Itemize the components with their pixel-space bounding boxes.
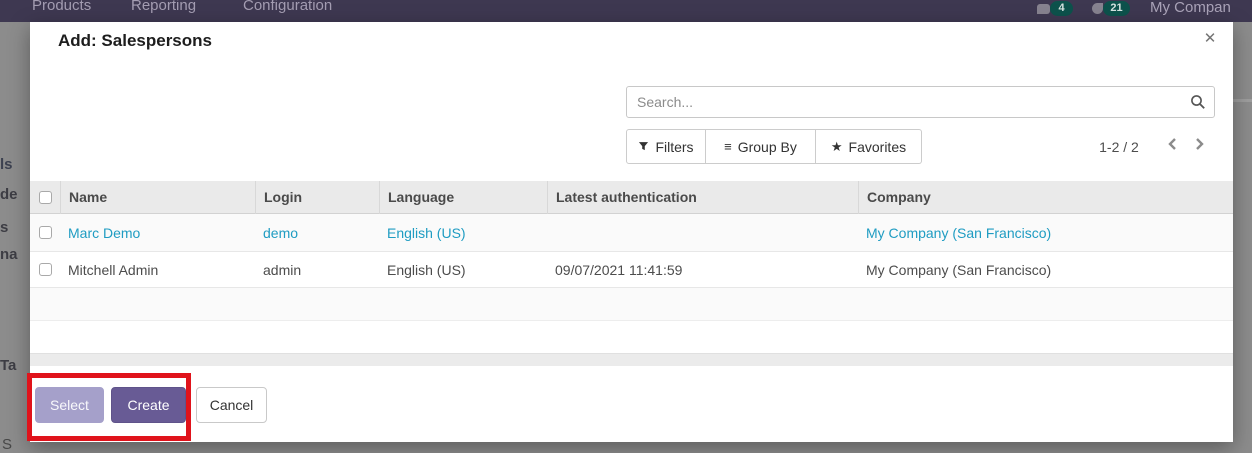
cell-language: English (US) (387, 224, 466, 241)
pager-range: 1-2 / 2 (1099, 138, 1139, 155)
pager-previous-button[interactable] (1162, 129, 1182, 164)
row-checkbox-cell (30, 226, 60, 239)
cell-name[interactable]: Marc Demo (60, 225, 255, 241)
row-checkbox[interactable] (38, 263, 52, 276)
search-icon[interactable] (1190, 94, 1206, 115)
close-icon[interactable]: ✕ (1199, 28, 1221, 50)
column-header-latest-authentication[interactable]: Latest authentication (547, 181, 858, 214)
activities-count-badge: 21 (1103, 1, 1130, 16)
star-icon: ★ (830, 138, 843, 154)
bg-text-fragment: na (0, 246, 18, 263)
row-checkbox[interactable] (38, 226, 52, 239)
create-button[interactable]: Create (111, 387, 186, 423)
cell-language: English (US) (387, 261, 466, 278)
search-input[interactable] (626, 86, 1215, 118)
company-menu-label: My Compan (1150, 0, 1231, 16)
top-navbar: Products Reporting Configuration 4 21 My… (0, 0, 1252, 22)
table-row[interactable]: Mitchell Admin admin English (US) 09/07/… (30, 251, 1233, 287)
table-header-row: Name Login Language Latest authenticatio… (30, 181, 1233, 214)
group-by-label: Group By (737, 138, 797, 155)
dialog-title: Add: Salespersons (58, 31, 212, 50)
column-header-language[interactable]: Language (379, 181, 547, 214)
empty-row (30, 287, 1233, 320)
cancel-button[interactable]: Cancel (196, 387, 267, 423)
cell-company: My Company (San Francisco) (866, 224, 1052, 241)
select-all-checkbox[interactable] (38, 191, 52, 204)
dialog-add-salespersons: Add: Salespersons ✕ Filters ≡ Grou (30, 22, 1233, 442)
empty-row (30, 320, 1233, 353)
chevron-left-icon (1167, 137, 1177, 156)
favorites-label: Favorites (848, 138, 907, 155)
nav-item-products: Products (32, 0, 92, 14)
cell-login: admin (263, 261, 302, 278)
filters-label: Filters (655, 138, 694, 155)
column-header-name[interactable]: Name (60, 181, 255, 214)
table-row[interactable]: Marc Demo demo English (US) My Company (… (30, 214, 1233, 251)
cell-name[interactable]: Mitchell Admin (60, 262, 255, 278)
cell-login: demo (263, 224, 299, 241)
search-box (626, 86, 1215, 118)
filters-button[interactable]: Filters (626, 129, 706, 164)
cell-latest-authentication: 09/07/2021 11:41:59 (555, 261, 683, 278)
bg-text-fragment: ls (0, 156, 13, 173)
group-by-button[interactable]: ≡ Group By (706, 129, 816, 164)
chevron-right-icon (1195, 137, 1205, 156)
column-header-company[interactable]: Company (858, 181, 1233, 214)
nav-item-configuration: Configuration (243, 0, 333, 14)
favorites-button[interactable]: ★ Favorites (816, 129, 922, 164)
header-checkbox-cell (30, 181, 60, 214)
select-button[interactable]: Select (35, 387, 104, 423)
page-backdrop: Products Reporting Configuration 4 21 My… (0, 0, 1252, 453)
activities-icon (1092, 3, 1103, 14)
filter-icon (638, 139, 649, 155)
group-by-icon: ≡ (724, 139, 732, 154)
bg-text-fragment: S (2, 436, 13, 453)
column-header-login[interactable]: Login (255, 181, 379, 214)
row-checkbox-cell (30, 263, 60, 276)
bg-text-fragment: de (0, 186, 18, 203)
table-footer-strip (30, 353, 1233, 366)
cell-company: My Company (San Francisco) (866, 261, 1052, 278)
bg-text-fragment: s (0, 219, 9, 236)
messages-count-badge: 4 (1050, 1, 1073, 16)
messages-icon (1037, 4, 1050, 14)
salespersons-table: Name Login Language Latest authenticatio… (30, 181, 1233, 366)
backdrop-artifact (1233, 99, 1252, 102)
nav-item-reporting: Reporting (131, 0, 197, 14)
pager-next-button[interactable] (1190, 129, 1210, 164)
search-controls: Filters ≡ Group By ★ Favorites (626, 129, 922, 164)
bg-text-fragment: Ta (0, 357, 17, 374)
